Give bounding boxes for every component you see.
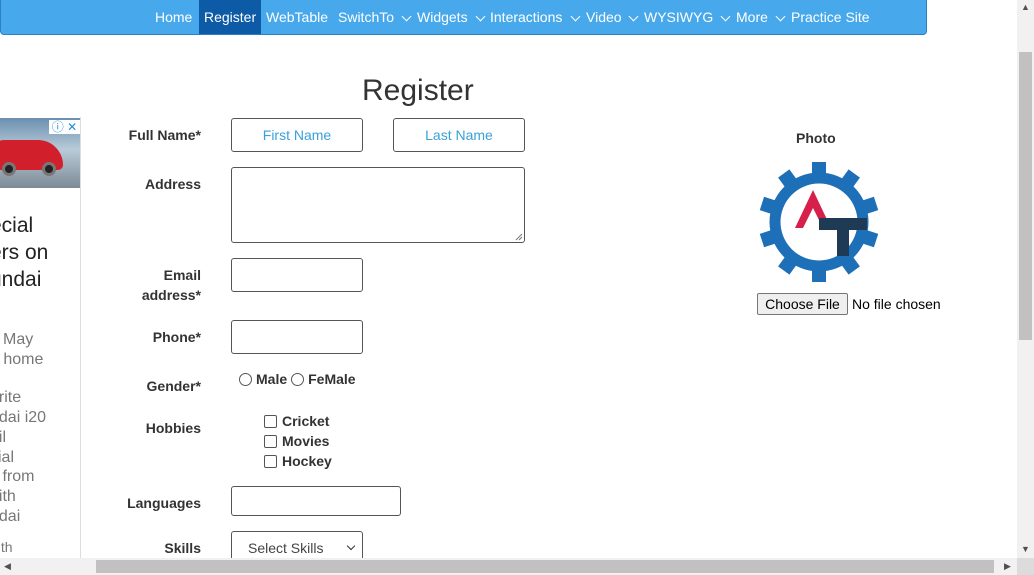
video-chevron-down-icon[interactable] [628, 11, 639, 22]
ad-headline: ecial ers on undai [0, 212, 48, 293]
movies-checkbox[interactable] [264, 434, 277, 448]
cricket-label: Cricket [282, 413, 330, 429]
automation-testing-logo-icon [759, 162, 879, 282]
ad-body-line: aith [0, 487, 16, 505]
skills-label: Skills [164, 540, 201, 556]
photo-label: Photo [796, 130, 836, 146]
gender-options: Male FeMale [239, 371, 356, 387]
email-label-line: Email [163, 267, 201, 283]
scroll-up-arrow-icon[interactable]: ▲ [1021, 3, 1030, 12]
horizontal-scrollbar[interactable]: ◀ ▶ [0, 558, 1034, 575]
ad-body-line: s from [0, 468, 35, 486]
ad-body-line: ndai i20 [0, 409, 47, 427]
nav-video[interactable]: Video [586, 0, 622, 34]
hobby-cricket: Cricket [264, 413, 329, 429]
advertisement[interactable]: ⓘ ✕ ecial ers on undai May g home r orit… [0, 117, 81, 567]
skills-select-value: Select Skills [248, 540, 324, 556]
nav-more[interactable]: More [736, 0, 768, 34]
top-navbar: Home Register WebTable SwitchTo Widgets … [0, 0, 927, 35]
ad-body-line: orite [0, 389, 22, 407]
scrollbar-corner [1017, 558, 1034, 575]
ad-body-line: r [0, 369, 46, 388]
more-chevron-down-icon[interactable] [775, 11, 786, 22]
horizontal-scroll-thumb[interactable] [96, 560, 994, 573]
widgets-chevron-down-icon[interactable] [475, 11, 486, 22]
nav-switchto[interactable]: SwitchTo [338, 0, 394, 34]
ad-body-line: aith [0, 539, 13, 556]
switchto-chevron-down-icon[interactable] [401, 11, 412, 22]
nav-home[interactable]: Home [155, 0, 192, 34]
ad-body-line: May [3, 331, 34, 348]
ad-body-line: g home [0, 350, 44, 368]
ad-headline-line: ecial [0, 214, 34, 237]
address-textarea[interactable] [231, 167, 525, 243]
email-label: Email address* [91, 265, 201, 305]
languages-label: Languages [127, 495, 201, 511]
nav-register[interactable]: Register [199, 0, 261, 34]
first-name-input[interactable] [231, 118, 363, 152]
cricket-checkbox[interactable] [264, 414, 277, 428]
ad-headline-line: ers on [0, 241, 49, 264]
phone-label: Phone* [152, 329, 201, 345]
movies-label: Movies [282, 433, 330, 449]
full-name-label: Full Name* [128, 127, 201, 143]
scroll-down-arrow-icon[interactable]: ▼ [1021, 545, 1030, 554]
gender-male-label: Male [256, 371, 288, 387]
ad-car-image[interactable]: ⓘ ✕ [0, 118, 80, 188]
hobby-movies: Movies [264, 433, 329, 449]
phone-input[interactable] [231, 320, 363, 354]
hockey-checkbox[interactable] [264, 454, 277, 468]
nav-interactions[interactable]: Interactions [490, 0, 562, 34]
vertical-scroll-thumb[interactable] [1019, 52, 1032, 340]
ad-body-line: ndai [0, 507, 21, 525]
nav-widgets[interactable]: Widgets [417, 0, 468, 34]
chevron-down-icon [346, 541, 356, 551]
ad-body-line: ail [0, 428, 7, 446]
wysiwyg-chevron-down-icon[interactable] [720, 11, 731, 22]
ad-body-line: cial [0, 448, 15, 466]
vertical-scrollbar[interactable]: ▲ ▼ [1017, 0, 1034, 558]
gender-female-label: FeMale [308, 371, 356, 387]
nav-webtable[interactable]: WebTable [266, 0, 328, 34]
nav-practice-site[interactable]: Practice Site [791, 0, 870, 34]
address-label: Address [144, 176, 201, 192]
scroll-right-arrow-icon[interactable]: ▶ [1004, 562, 1011, 571]
email-label-line: address* [141, 287, 201, 303]
ad-headline-line: undai [0, 268, 42, 291]
car-wheel [42, 162, 56, 176]
last-name-input[interactable] [393, 118, 525, 152]
nav-wysiwyg[interactable]: WYSIWYG [644, 0, 713, 34]
interactions-chevron-down-icon[interactable] [570, 11, 581, 22]
hockey-label: Hockey [282, 453, 332, 469]
hobbies-label: Hobbies [145, 420, 201, 436]
page-title: Register [362, 74, 474, 107]
ad-choices-icon[interactable]: ⓘ ✕ [49, 120, 80, 134]
scroll-left-arrow-icon[interactable]: ◀ [4, 562, 11, 571]
languages-input[interactable] [231, 486, 401, 516]
gender-female-radio[interactable] [291, 372, 305, 386]
gender-label: Gender* [146, 378, 201, 394]
car-wheel [2, 162, 16, 176]
choose-file-button[interactable]: Choose File [757, 293, 848, 315]
file-status-text: No file chosen [852, 296, 941, 312]
hobby-hockey: Hockey [264, 453, 332, 469]
resize-handle-icon[interactable] [515, 233, 523, 241]
ad-body: May g home r orite ndai i20 ail cial s f… [0, 330, 46, 558]
gender-male-radio[interactable] [239, 372, 252, 386]
email-input[interactable] [231, 258, 363, 292]
